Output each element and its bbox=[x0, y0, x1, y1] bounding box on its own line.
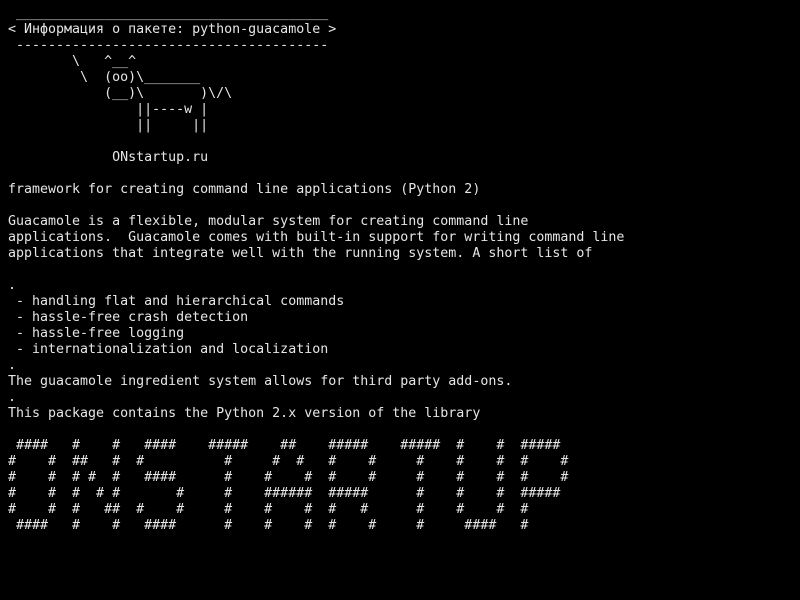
cowsay-top-border: _______________________________________ bbox=[8, 6, 329, 21]
cow-art-line-4: ||----w | bbox=[8, 102, 209, 117]
feature-list-item: - hassle-free logging bbox=[8, 326, 185, 341]
feature-list-item: - internationalization and localization bbox=[8, 342, 329, 357]
description-separator: . bbox=[8, 390, 17, 405]
banner-art-line: # # # # # # # ###### ##### # # # ##### bbox=[8, 486, 561, 501]
description-line: This package contains the Python 2.x ver… bbox=[8, 406, 481, 421]
description-separator: . bbox=[8, 278, 17, 293]
cow-art-line-2: \ (oo)\_______ bbox=[8, 70, 201, 85]
cow-art-line-3: (__)\ )\/\ bbox=[8, 86, 233, 101]
banner-art-line: # # # ## # # # # # # # # # # # bbox=[8, 502, 529, 517]
package-summary: framework for creating command line appl… bbox=[8, 182, 481, 197]
cowsay-message: < Информация о пакете: python-guacamole … bbox=[8, 22, 337, 37]
cowsay-bottom-border: --------------------------------------- bbox=[8, 38, 329, 53]
banner-art-line: #### # # #### ##### ## ##### ##### # # #… bbox=[8, 438, 561, 453]
description-line: The guacamole ingredient system allows f… bbox=[8, 374, 513, 389]
description-separator: . bbox=[8, 358, 17, 373]
feature-list-item: - handling flat and hierarchical command… bbox=[8, 294, 345, 309]
feature-list-item: - hassle-free crash detection bbox=[8, 310, 249, 325]
banner-art-line: #### # # #### # # # # # # #### # bbox=[8, 518, 529, 533]
banner-art-line: # # ## # # # # # # # # # # # # bbox=[8, 454, 569, 469]
description-line: Guacamole is a flexible, modular system … bbox=[8, 214, 529, 229]
banner-art-line: # # # # # #### # # # # # # # # # # bbox=[8, 470, 569, 485]
description-line: applications. Guacamole comes with built… bbox=[8, 230, 625, 245]
cow-art-line-5: || || bbox=[8, 118, 209, 133]
description-line: applications that integrate well with th… bbox=[8, 246, 593, 261]
terminal-screen: _______________________________________ … bbox=[0, 0, 800, 600]
cow-art-line-1: \ ^__^ bbox=[8, 54, 137, 69]
site-signature: ONstartup.ru bbox=[8, 150, 209, 165]
